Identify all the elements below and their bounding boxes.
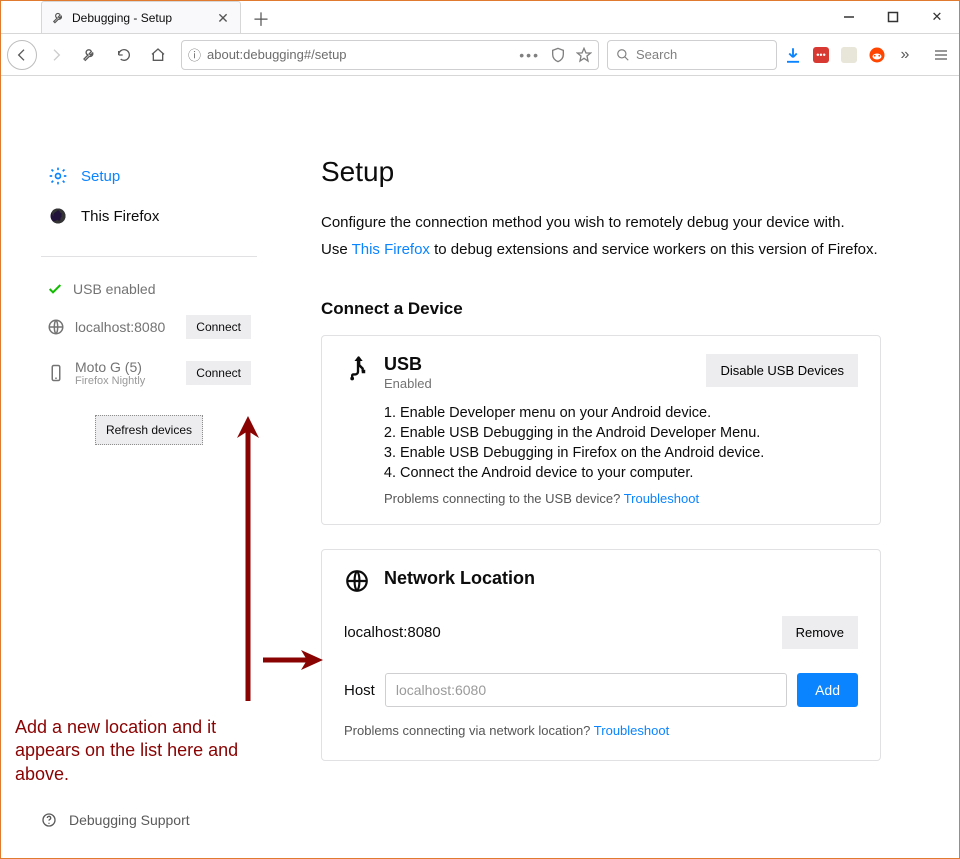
star-icon[interactable]: [576, 47, 592, 63]
connect-device-heading: Connect a Device: [321, 299, 881, 319]
sidebar-localhost-label: localhost:8080: [75, 319, 176, 335]
check-icon: [47, 281, 63, 297]
search-icon: [616, 48, 630, 62]
network-card: Network Location localhost:8080 Remove H…: [321, 549, 881, 761]
close-icon[interactable]: ✕: [216, 11, 230, 25]
usb-title: USB: [384, 354, 706, 375]
wrench-icon: [52, 11, 66, 25]
url-bar[interactable]: ⓘ about:debugging#/setup •••: [181, 40, 599, 70]
page-area: Setup This Firefox USB enabled localh: [1, 76, 959, 858]
network-footnote: Problems connecting via network location…: [344, 723, 858, 738]
usb-step: Connect the Android device to your compu…: [400, 465, 858, 481]
page-title: Setup: [321, 156, 881, 188]
search-bar[interactable]: Search: [607, 40, 777, 70]
help-icon: [41, 812, 57, 828]
tab-title: Debugging - Setup: [72, 11, 210, 25]
annotation-text: Add a new location and it appears on the…: [15, 716, 265, 786]
connect-device-button[interactable]: Connect: [186, 361, 251, 385]
hamburger-menu-icon[interactable]: [929, 43, 953, 67]
url-text: about:debugging#/setup: [207, 47, 513, 62]
debugging-support-link[interactable]: Debugging Support: [41, 812, 190, 828]
device-name: Moto G (5): [75, 359, 176, 375]
firefox-icon: [47, 206, 69, 226]
usb-step: Enable USB Debugging in Firefox on the A…: [400, 445, 858, 461]
sidebar-divider: [41, 256, 257, 257]
close-window-button[interactable]: ✕: [915, 2, 959, 32]
shield-icon[interactable]: [550, 47, 566, 63]
reload-button[interactable]: [109, 40, 139, 70]
this-firefox-link[interactable]: This Firefox: [352, 241, 430, 258]
disable-usb-button[interactable]: Disable USB Devices: [706, 354, 858, 387]
device-label: Moto G (5) Firefox Nightly: [75, 359, 176, 387]
intro-line-1: Configure the connection method you wish…: [321, 212, 881, 235]
remove-location-button[interactable]: Remove: [782, 616, 858, 649]
main-content: Setup Configure the connection method yo…: [281, 156, 921, 825]
back-button[interactable]: [7, 40, 37, 70]
help-label: Debugging Support: [69, 812, 190, 828]
extension-icon-red[interactable]: •••: [809, 43, 833, 67]
usb-step: Enable USB Debugging in the Android Deve…: [400, 425, 858, 441]
add-location-button[interactable]: Add: [797, 673, 858, 707]
network-location-row: localhost:8080 Remove: [344, 612, 858, 653]
tab-strip: Debugging - Setup ✕ ＋: [1, 1, 827, 33]
usb-status: USB enabled: [41, 273, 257, 305]
devtools-icon[interactable]: [75, 40, 105, 70]
sidebar-network-location: localhost:8080 Connect: [41, 305, 257, 349]
refresh-devices-button[interactable]: Refresh devices: [95, 415, 203, 445]
window-titlebar: Debugging - Setup ✕ ＋ ✕: [1, 1, 959, 34]
network-title: Network Location: [384, 568, 858, 589]
usb-footnote: Problems connecting to the USB device? T…: [384, 491, 858, 506]
usb-step: Enable Developer menu on your Android de…: [400, 405, 858, 421]
forward-button[interactable]: [41, 40, 71, 70]
usb-icon: [344, 354, 384, 382]
overflow-icon[interactable]: »: [893, 43, 917, 67]
more-icon[interactable]: •••: [519, 47, 540, 63]
info-icon: ⓘ: [188, 45, 201, 64]
host-input[interactable]: [385, 673, 787, 707]
network-troubleshoot-link[interactable]: Troubleshoot: [594, 723, 669, 738]
host-label: Host: [344, 682, 375, 699]
usb-status-text: Enabled: [384, 376, 706, 391]
download-icon[interactable]: [781, 43, 805, 67]
usb-troubleshoot-link[interactable]: Troubleshoot: [624, 491, 699, 506]
search-placeholder: Search: [636, 47, 677, 62]
sidebar-item-setup[interactable]: Setup: [41, 156, 257, 196]
usb-status-label: USB enabled: [73, 281, 156, 297]
phone-icon: [47, 364, 65, 382]
usb-card: USB Enabled Disable USB Devices Enable D…: [321, 335, 881, 525]
browser-tab[interactable]: Debugging - Setup ✕: [41, 1, 241, 33]
maximize-button[interactable]: [871, 2, 915, 32]
url-actions: •••: [519, 47, 592, 63]
window-controls: ✕: [827, 1, 959, 33]
extension-icon-grey[interactable]: [837, 43, 861, 67]
device-sub: Firefox Nightly: [75, 375, 176, 387]
host-input-row: Host Add: [344, 673, 858, 707]
sidebar-setup-label: Setup: [81, 168, 120, 185]
home-button[interactable]: [143, 40, 173, 70]
globe-icon: [344, 568, 384, 594]
network-location-label: localhost:8080: [344, 624, 772, 641]
sidebar-device: Moto G (5) Firefox Nightly Connect: [41, 349, 257, 397]
sidebar-item-this-firefox[interactable]: This Firefox: [41, 196, 257, 236]
new-tab-button[interactable]: ＋: [247, 5, 275, 33]
globe-icon: [47, 318, 65, 336]
connect-localhost-button[interactable]: Connect: [186, 315, 251, 339]
minimize-button[interactable]: [827, 2, 871, 32]
sidebar-thisfirefox-label: This Firefox: [81, 208, 159, 225]
usb-steps-list: Enable Developer menu on your Android de…: [400, 405, 858, 481]
gear-icon: [47, 166, 69, 186]
extension-icon-reddit[interactable]: [865, 43, 889, 67]
intro-line-2: Use This Firefox to debug extensions and…: [321, 239, 881, 262]
nav-toolbar: ⓘ about:debugging#/setup ••• Search ••• …: [1, 34, 959, 76]
